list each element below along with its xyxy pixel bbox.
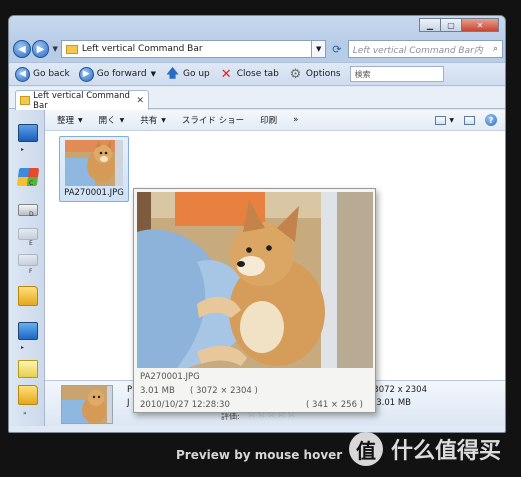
- more-commands-button[interactable]: »: [293, 115, 298, 125]
- command-search-input[interactable]: 検索: [349, 66, 444, 82]
- organize-label: 整理: [57, 116, 75, 126]
- drive-label-e: E: [29, 240, 33, 247]
- details-name: P: [127, 385, 133, 395]
- go-back-button[interactable]: ◀ Go back: [15, 66, 70, 82]
- options-label: Options: [305, 69, 341, 79]
- folder-icon[interactable]: [18, 385, 38, 405]
- close-icon: ✕: [220, 66, 232, 82]
- go-forward-label: Go forward: [96, 69, 147, 79]
- share-button[interactable]: 共有 ▼: [140, 114, 166, 126]
- close-tab-button[interactable]: ✕ Close tab: [219, 67, 279, 82]
- folder-icon: [20, 96, 31, 105]
- preview-file-name: PA270001.JPG: [140, 372, 200, 382]
- gear-icon: ⚙: [289, 66, 302, 82]
- chevron-right-icon[interactable]: ▸: [21, 146, 24, 153]
- chevron-down-icon: ▼: [161, 116, 166, 124]
- dog-preview-image: [137, 192, 373, 368]
- address-bar[interactable]: Left vertical Command Bar: [60, 40, 313, 58]
- go-back-label: Go back: [33, 69, 70, 79]
- tab-left-vertical-command-bar[interactable]: Left vertical Command Bar ✕: [15, 90, 149, 111]
- computer-icon[interactable]: [18, 124, 38, 142]
- forward-arrow-icon: ▶: [78, 66, 94, 82]
- file-name: PA270001.JPG: [64, 188, 124, 198]
- organize-button[interactable]: 整理 ▼: [57, 114, 83, 126]
- search-icon[interactable]: ⌕: [493, 44, 498, 54]
- slideshow-button[interactable]: スライド ショー: [182, 114, 244, 126]
- tab-label: Left vertical Command Bar: [33, 90, 130, 111]
- drive-label-f: F: [29, 268, 33, 275]
- view-mode-icon[interactable]: [435, 115, 447, 125]
- help-icon[interactable]: ?: [485, 114, 497, 126]
- preview-file-size: 3.01 MB: [140, 386, 175, 396]
- open-button[interactable]: 開く ▼: [99, 114, 125, 126]
- more-icon[interactable]: »: [23, 410, 27, 417]
- close-tab-label: Close tab: [236, 69, 279, 79]
- drive-d-icon[interactable]: [18, 204, 38, 216]
- folder-command-row: 整理 ▼ 開く ▼ 共有 ▼ スライド ショー 印刷 » ▼ ?: [45, 110, 505, 131]
- go-up-button[interactable]: 🡅 Go up: [165, 65, 210, 82]
- view-controls: ▼ ?: [425, 114, 497, 126]
- drive-label-d: D: [29, 211, 34, 218]
- details-size: 3.01 MB: [376, 398, 411, 408]
- up-arrow-icon: 🡅: [166, 65, 179, 80]
- close-tab-icon[interactable]: ✕: [136, 96, 144, 106]
- go-up-label: Go up: [182, 69, 210, 79]
- hover-preview-popup: PA270001.JPG 3.01 MB ( 3072 × 2304 ) 201…: [133, 188, 376, 413]
- windows-drive-icon[interactable]: [16, 168, 40, 186]
- preview-pane-icon[interactable]: [464, 115, 475, 125]
- preview-thumb-dimensions: ( 341 × 256 ): [305, 400, 363, 410]
- options-button[interactable]: ⚙ Options: [288, 67, 341, 82]
- address-breadcrumb: Left vertical Command Bar: [81, 44, 203, 54]
- caption-buttons: ▁ ▢ ✕: [419, 18, 499, 32]
- dog-thumbnail: [65, 140, 123, 186]
- back-arrow-button[interactable]: ◀: [13, 40, 31, 58]
- address-dropdown-icon[interactable]: ▼: [312, 40, 327, 58]
- preview-date: 2010/10/27 12:28:30: [140, 400, 230, 410]
- address-row: ◀ ▶ ▼ Left vertical Command Bar ▼ ⟳ Left…: [13, 38, 503, 60]
- image-caption: Preview by mouse hover: [176, 448, 343, 462]
- print-button[interactable]: 印刷: [260, 114, 277, 126]
- forward-arrow-button[interactable]: ▶: [31, 40, 50, 58]
- folder-icon[interactable]: [18, 286, 38, 306]
- search-input[interactable]: Left vertical Command Bar内 ⌕: [347, 40, 503, 58]
- chevron-right-icon[interactable]: ▸: [21, 344, 24, 351]
- share-label: 共有: [140, 116, 158, 126]
- preview-dimensions: ( 3072 × 2304 ): [190, 386, 258, 396]
- control-panel-icon[interactable]: [18, 322, 38, 340]
- recent-pages-dropdown-icon[interactable]: ▼: [52, 45, 57, 53]
- drive-label-c: C: [29, 180, 34, 187]
- tab-bar: Left vertical Command Bar ✕: [9, 87, 505, 111]
- notes-icon[interactable]: [18, 360, 38, 378]
- watermark: 值 什么值得买: [349, 432, 501, 466]
- command-search-value: 検索: [354, 69, 371, 79]
- file-item[interactable]: PA270001.JPG: [59, 136, 129, 202]
- chevron-down-icon: ▼: [78, 116, 83, 124]
- close-window-button[interactable]: ✕: [461, 18, 499, 32]
- chevron-down-icon[interactable]: ▼: [151, 70, 156, 78]
- drive-e-icon[interactable]: [18, 228, 38, 240]
- maximize-button[interactable]: ▢: [440, 18, 462, 32]
- watermark-logo-icon: 值: [349, 432, 383, 466]
- search-placeholder: Left vertical Command Bar内: [352, 45, 483, 56]
- folder-icon: [65, 44, 78, 54]
- more-label: »: [293, 115, 299, 125]
- minimize-button[interactable]: ▁: [419, 18, 441, 32]
- details-thumbnail: [61, 385, 113, 424]
- go-forward-button[interactable]: ▶ Go forward ▼: [78, 66, 156, 82]
- details-type: J: [127, 398, 130, 408]
- view-dropdown-icon[interactable]: ▼: [449, 117, 454, 124]
- print-label: 印刷: [260, 116, 278, 126]
- slideshow-label: スライド ショー: [181, 116, 245, 126]
- chevron-down-icon: ▼: [119, 116, 125, 124]
- back-arrow-icon: ◀: [15, 66, 30, 82]
- drive-f-icon[interactable]: [18, 254, 38, 266]
- details-dimensions: 3072 x 2304: [373, 385, 427, 395]
- command-bar: ◀ Go back ▶ Go forward ▼ 🡅 Go up ✕ Close…: [9, 62, 505, 86]
- left-vertical-command-bar: ▸ C D E F ▸ »: [9, 110, 45, 426]
- refresh-icon[interactable]: ⟳: [328, 40, 346, 58]
- open-label: 開く: [98, 116, 116, 126]
- screenshot-stage: ▁ ▢ ✕ ◀ ▶ ▼ Left vertical Command Bar ▼ …: [0, 0, 521, 477]
- watermark-text: 什么值得买: [391, 439, 502, 464]
